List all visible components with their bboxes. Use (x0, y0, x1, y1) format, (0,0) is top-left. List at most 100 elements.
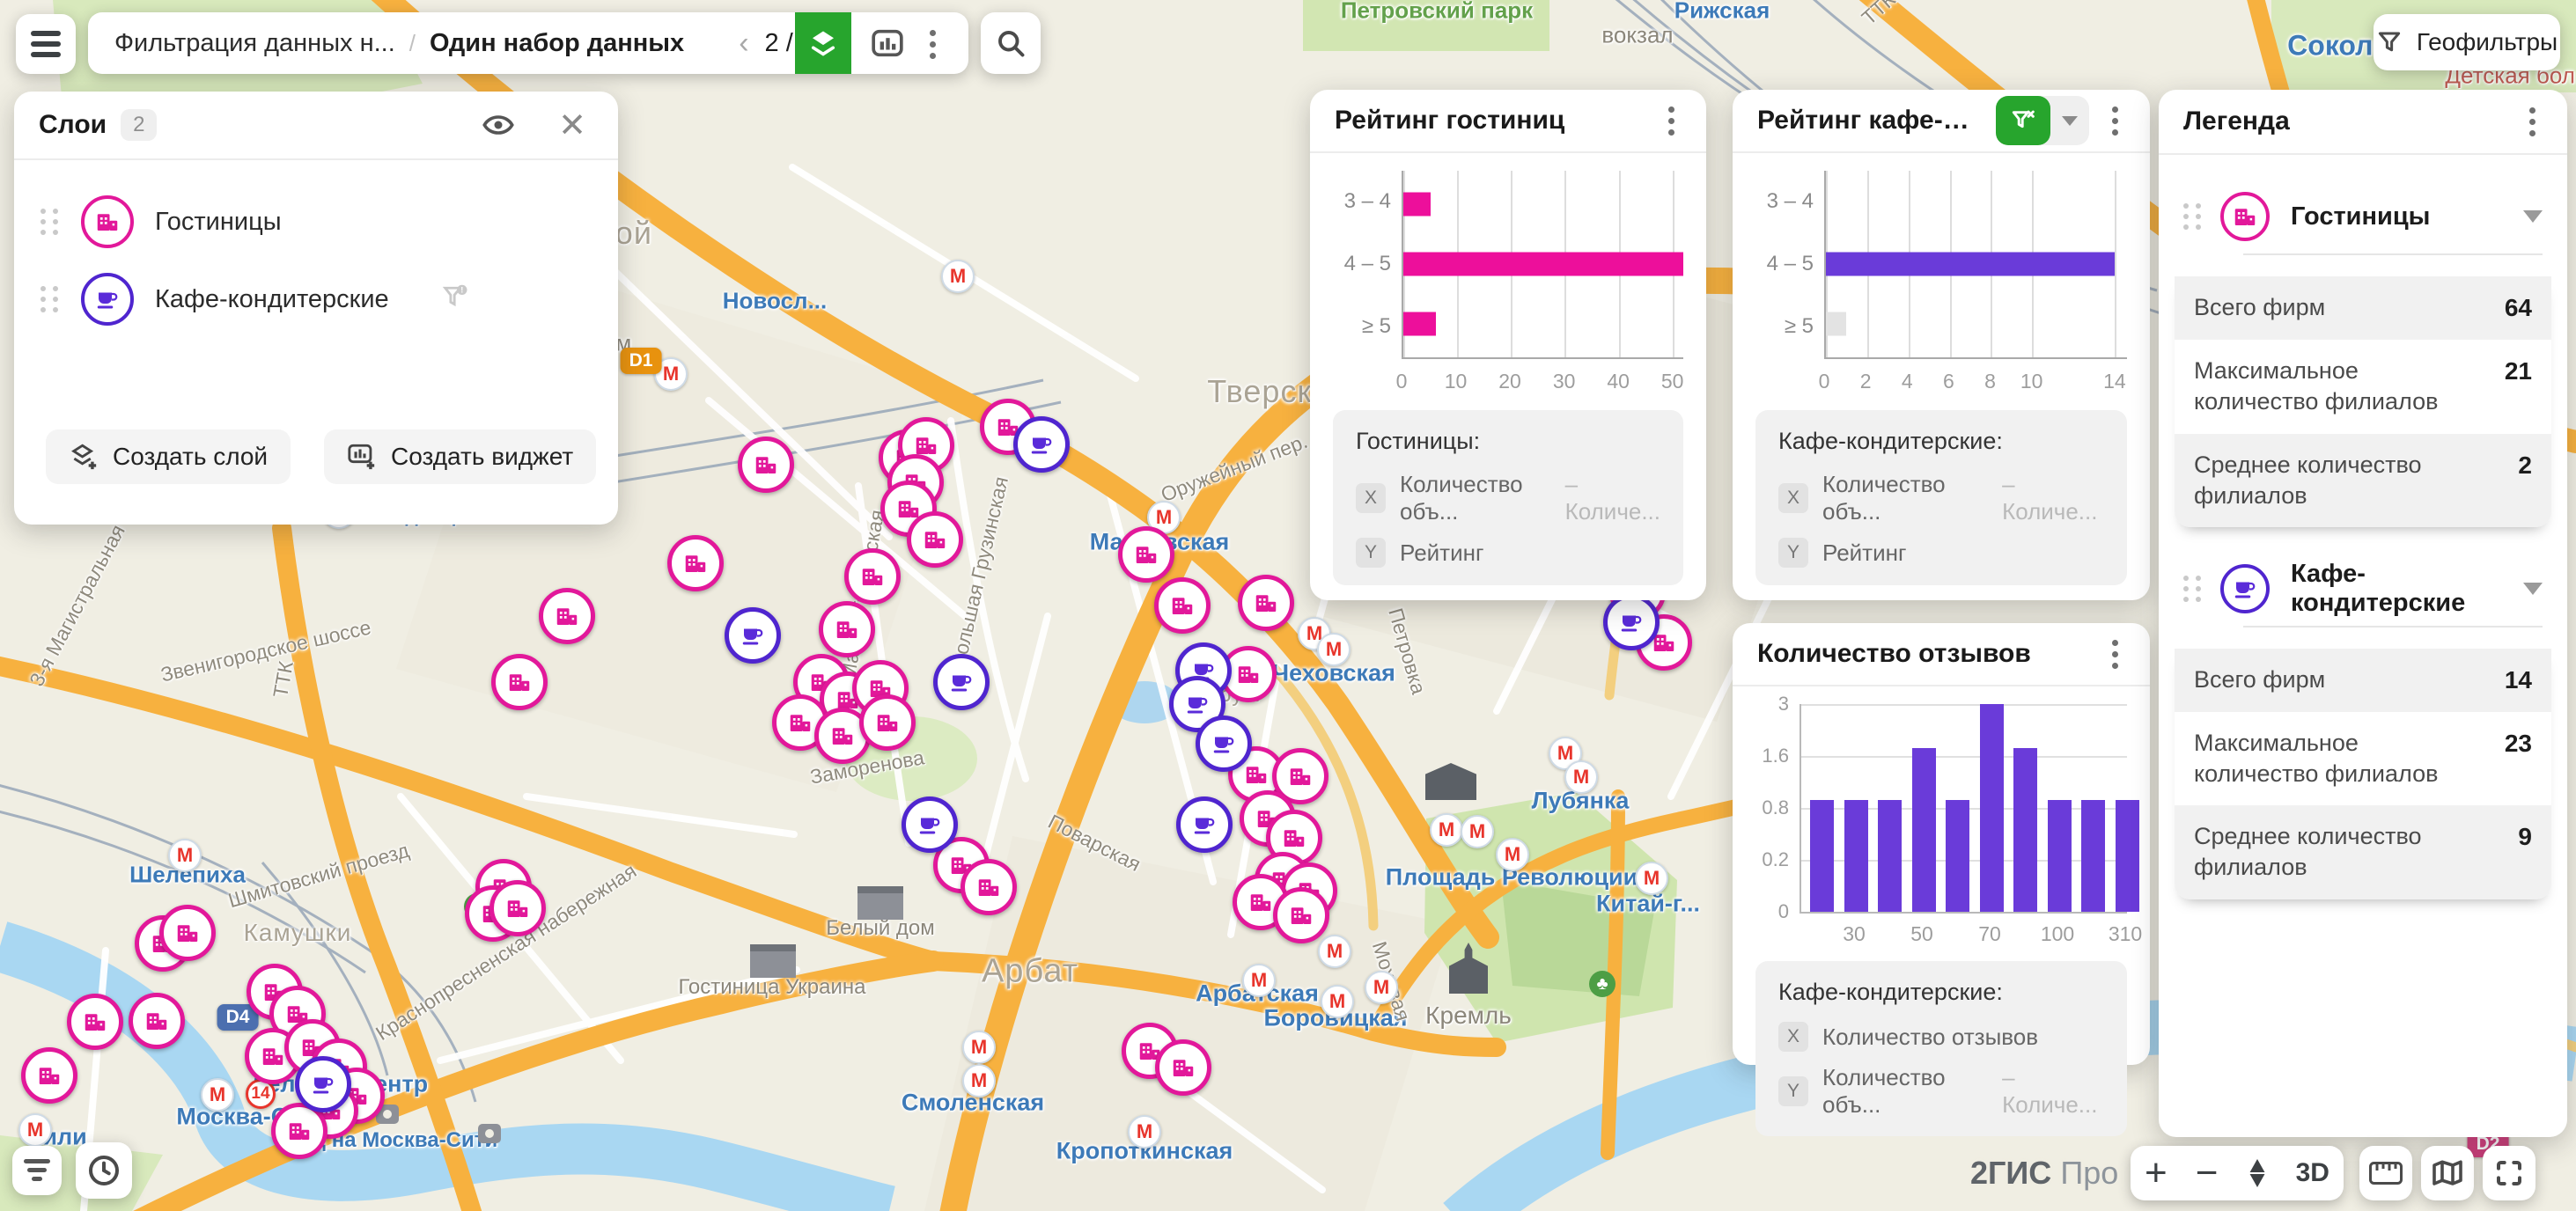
hotel-marker[interactable] (738, 437, 794, 493)
chart-bar[interactable] (1810, 800, 1834, 912)
chart-source-label: Гостиницы: (1356, 428, 1660, 455)
x-tick-label: 0 (1819, 370, 1830, 393)
chart-bar[interactable] (2081, 800, 2105, 912)
layers-panel-title: Слои (39, 110, 107, 140)
hotel-marker[interactable] (1154, 577, 1211, 634)
layers-visibility-button[interactable] (475, 106, 521, 143)
map-filter-button[interactable] (12, 1146, 62, 1195)
plot-area (1824, 171, 2127, 359)
hotel-marker[interactable] (1155, 1039, 1211, 1096)
y-axis-field: Рейтинг (1822, 539, 1906, 567)
chart-bar[interactable] (1403, 253, 1683, 276)
create-widget-label: Создать виджет (391, 443, 573, 471)
collapse-chevron-icon[interactable] (2523, 210, 2543, 223)
drag-handle-icon[interactable] (2183, 576, 2201, 602)
drag-handle-icon[interactable] (2183, 203, 2201, 230)
chart-bar[interactable] (2116, 800, 2139, 912)
chart-bar[interactable] (1844, 800, 1868, 912)
hotel-marker[interactable] (67, 994, 123, 1050)
compass-button[interactable] (2247, 1158, 2268, 1188)
hotel-marker[interactable] (1118, 526, 1174, 583)
drag-handle-icon[interactable] (40, 209, 58, 235)
chart-bar[interactable] (1403, 312, 1436, 335)
x-tick-label: 8 (1984, 370, 1996, 393)
axis-field-extra: – Количе... (1565, 471, 1660, 525)
create-layer-button[interactable]: Создать слой (46, 429, 291, 484)
layer-filter-warning-icon[interactable]: ! (442, 284, 468, 314)
hotel-marker[interactable] (819, 601, 875, 657)
svg-text:!: ! (460, 285, 463, 294)
hotel-marker[interactable] (491, 654, 548, 710)
create-layer-label: Создать слой (113, 443, 268, 471)
fullscreen-button[interactable] (2483, 1146, 2536, 1200)
y-tick-label: 3 (1778, 693, 1789, 716)
chart-bar[interactable] (2048, 800, 2072, 912)
hotel-marker[interactable] (159, 905, 216, 961)
compass-icon (2247, 1158, 2268, 1188)
cafe-filter-active-button[interactable] (1996, 96, 2050, 145)
metro-station-icon: М (1635, 862, 1668, 895)
hotel-marker[interactable] (844, 548, 901, 605)
hotel-marker[interactable] (1273, 887, 1329, 943)
breadcrumb-dataset[interactable]: Один набор данных (430, 29, 684, 58)
chart-bar[interactable] (1826, 253, 2115, 276)
hotel-marker[interactable] (960, 859, 1017, 915)
legend-section-cafe[interactable]: Кафе-кондитерские (2159, 557, 2567, 620)
chart-bar[interactable] (1912, 748, 1936, 912)
y-category-label: ≥ 5 (1333, 314, 1391, 339)
hotel-marker[interactable] (21, 1047, 77, 1104)
metro-station-icon: М (1564, 760, 1598, 794)
layer-item-hotel[interactable]: Гостиницы (14, 183, 618, 261)
hotel-marker[interactable] (1238, 575, 1294, 631)
cafe-filter-dropdown[interactable] (2050, 116, 2089, 126)
chart-bar[interactable] (1826, 312, 1846, 335)
widgets-button[interactable] (863, 23, 912, 63)
breadcrumb-project[interactable]: Фильтрация данных н... (114, 29, 395, 58)
cafe-marker[interactable] (1196, 716, 1252, 772)
gridline (1801, 756, 2127, 758)
ruler-button[interactable] (2359, 1146, 2412, 1200)
layer-item-cafe[interactable]: Кафе-кондитерские! (14, 261, 618, 338)
metro-station-icon: М (1430, 813, 1463, 847)
layers-toggle-button[interactable] (795, 12, 851, 74)
topbar-more-button[interactable] (923, 23, 943, 77)
x-tick-label: 50 (1910, 922, 1933, 946)
stat-value: 21 (2505, 356, 2532, 417)
chart-bar[interactable] (1946, 800, 1969, 912)
cafe-marker[interactable] (902, 796, 958, 853)
cafe-marker[interactable] (933, 654, 990, 710)
hotel-marker[interactable] (489, 880, 546, 936)
cafe-marker[interactable] (1013, 416, 1070, 473)
cafe-marker[interactable] (295, 1056, 351, 1112)
hotel-marker[interactable] (667, 535, 724, 591)
page-prev-button[interactable]: ‹ (723, 26, 764, 61)
reviews-widget: Количество отзывов 31.60.80.20 305070100… (1733, 623, 2150, 1065)
legend-more-button[interactable] (2522, 100, 2543, 143)
chart-bar[interactable] (1980, 704, 2004, 912)
x-axis-badge: X (1778, 483, 1808, 513)
hotel-marker[interactable] (129, 993, 185, 1049)
hotel-marker[interactable] (539, 588, 595, 644)
cafe-marker[interactable] (1176, 796, 1233, 853)
drag-handle-icon[interactable] (40, 286, 58, 312)
history-button[interactable] (76, 1142, 132, 1199)
geofilters-button[interactable]: Геофильтры (2374, 14, 2560, 70)
minimap-button[interactable] (2421, 1146, 2474, 1200)
x-tick-label: 10 (1445, 370, 1468, 393)
menu-button[interactable] (16, 14, 76, 74)
chart-bar[interactable] (1403, 193, 1431, 217)
cafe-rating-more-button[interactable] (2105, 99, 2125, 143)
reviews-more-button[interactable] (2105, 633, 2125, 676)
chart-bar[interactable] (2013, 748, 2037, 912)
cafe-marker[interactable] (725, 607, 781, 664)
hotel-rating-more-button[interactable] (1661, 99, 1682, 143)
layers-close-button[interactable]: ✕ (551, 99, 593, 152)
legend-section-hotel[interactable]: Гостиницы (2159, 185, 2567, 248)
create-widget-button[interactable]: Создать виджет (324, 429, 596, 484)
search-button[interactable] (981, 12, 1041, 74)
hotel-marker[interactable] (859, 694, 916, 751)
fullscreen-icon (2495, 1159, 2523, 1187)
hotel-marker[interactable] (907, 511, 963, 568)
chart-bar[interactable] (1878, 800, 1902, 912)
collapse-chevron-icon[interactable] (2523, 583, 2543, 595)
